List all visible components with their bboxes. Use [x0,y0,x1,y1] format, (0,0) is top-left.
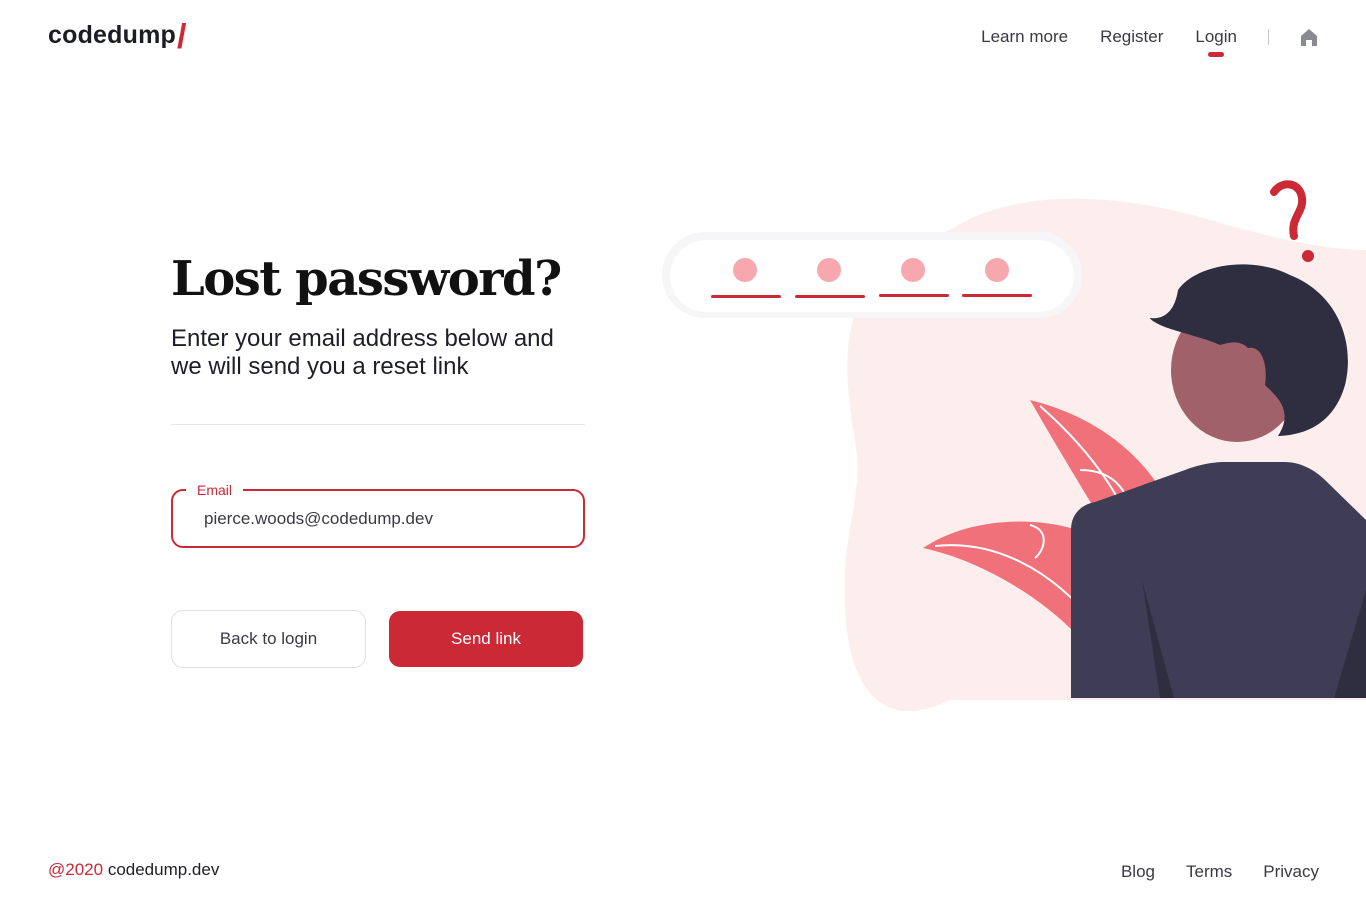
top-nav: Learn more Register Login [949,26,1318,57]
brand-name: codedump [48,21,176,49]
footer-link-privacy[interactable]: Privacy [1263,862,1319,882]
divider [171,424,585,425]
back-to-login-button[interactable]: Back to login [171,610,366,668]
footer-link-terms[interactable]: Terms [1186,862,1232,882]
reset-form: Lost password? Enter your email address … [171,250,585,668]
footer-links: Blog Terms Privacy [1090,862,1319,882]
email-label: Email [186,481,244,499]
nav-register[interactable]: Register [1100,26,1163,48]
email-input[interactable] [204,509,564,529]
brand-logo[interactable]: codedump / [48,18,187,56]
home-icon[interactable] [1300,28,1318,46]
email-field: Email [171,481,585,548]
footer-year: @2020 [48,860,104,879]
password-pill [662,232,1082,318]
nav-divider [1268,29,1269,45]
page-subtitle: Enter your email address below and we wi… [171,325,554,380]
forgot-password-illustration [650,170,1366,740]
page-title: Lost password? [171,251,562,307]
brand-slash: / [177,18,187,56]
nav-login[interactable]: Login [1195,26,1237,57]
send-link-button[interactable]: Send link [389,611,583,667]
footer-link-blog[interactable]: Blog [1121,862,1155,882]
nav-learn-more[interactable]: Learn more [981,26,1068,48]
footer-domain: codedump.dev [107,860,220,879]
footer-copyright: @2020 codedump.dev [48,860,219,880]
